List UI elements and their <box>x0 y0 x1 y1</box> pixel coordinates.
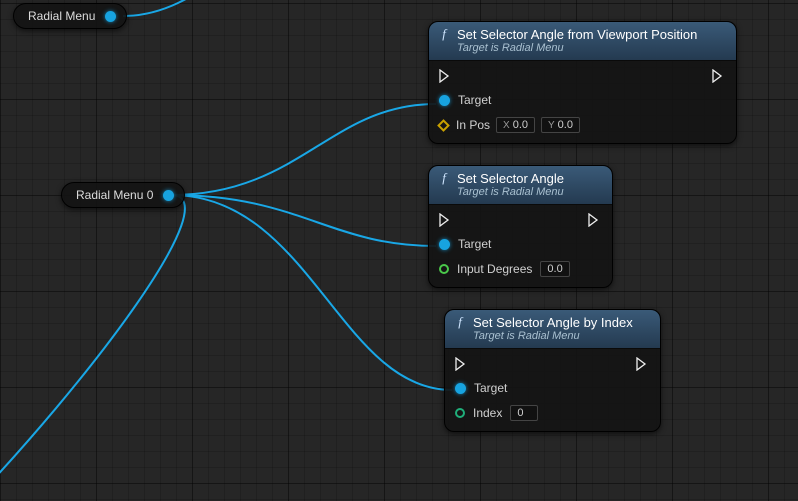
target-pin[interactable] <box>455 383 466 394</box>
node-header[interactable]: f Set Selector Angle by Index Target is … <box>445 310 660 349</box>
node-title: Set Selector Angle by Index <box>473 315 633 330</box>
degrees-input[interactable]: 0.0 <box>540 261 569 277</box>
function-node-set-selector-angle[interactable]: f Set Selector Angle Target is Radial Me… <box>428 165 613 288</box>
target-pin[interactable] <box>439 95 450 106</box>
pin-label: Input Degrees <box>457 262 532 276</box>
node-title: Set Selector Angle from Viewport Positio… <box>457 27 697 42</box>
axis-prefix: X <box>503 120 510 131</box>
pin-label: Target <box>474 381 507 395</box>
index-pin[interactable] <box>455 408 465 418</box>
wire <box>123 0 285 16</box>
exec-in-pin[interactable] <box>439 213 453 227</box>
function-icon: f <box>453 314 467 330</box>
index-input[interactable]: 0 <box>510 405 538 421</box>
target-pin[interactable] <box>439 239 450 250</box>
inpos-x-input[interactable]: X 0.0 <box>496 117 535 133</box>
variable-node-radial-menu[interactable]: Radial Menu <box>13 3 127 29</box>
node-title: Set Selector Angle <box>457 171 564 186</box>
pin-label: Index <box>473 406 502 420</box>
value: 0 <box>517 407 523 419</box>
exec-out-pin[interactable] <box>636 357 650 371</box>
axis-prefix: Y <box>548 120 555 131</box>
pin-label: Target <box>458 237 491 251</box>
degrees-pin[interactable] <box>439 264 449 274</box>
exec-in-pin[interactable] <box>439 69 453 83</box>
wire <box>171 195 452 390</box>
function-node-set-selector-angle-by-index[interactable]: f Set Selector Angle by Index Target is … <box>444 309 661 432</box>
function-node-set-selector-angle-from-viewport[interactable]: f Set Selector Angle from Viewport Posit… <box>428 21 737 144</box>
output-pin[interactable] <box>163 190 174 201</box>
node-subtitle: Target is Radial Menu <box>453 330 650 342</box>
exec-out-pin[interactable] <box>712 69 726 83</box>
variable-node-radial-menu-0[interactable]: Radial Menu 0 <box>61 182 185 208</box>
inpos-y-input[interactable]: Y 0.0 <box>541 117 580 133</box>
output-pin[interactable] <box>105 11 116 22</box>
value: 0.0 <box>547 263 562 275</box>
node-subtitle: Target is Radial Menu <box>437 42 726 54</box>
pin-label: In Pos <box>456 118 490 132</box>
exec-in-pin[interactable] <box>455 357 469 371</box>
function-icon: f <box>437 26 451 42</box>
pin-label: Target <box>458 93 491 107</box>
variable-label: Radial Menu 0 <box>76 188 153 202</box>
exec-out-pin[interactable] <box>588 213 602 227</box>
node-header[interactable]: f Set Selector Angle Target is Radial Me… <box>429 166 612 205</box>
value: 0.0 <box>513 119 528 131</box>
node-subtitle: Target is Radial Menu <box>437 186 602 198</box>
wire <box>171 195 436 246</box>
wire <box>0 195 185 501</box>
node-header[interactable]: f Set Selector Angle from Viewport Posit… <box>429 22 736 61</box>
value: 0.0 <box>558 119 573 131</box>
variable-label: Radial Menu <box>28 9 95 23</box>
wire <box>171 104 436 195</box>
inpos-pin[interactable] <box>437 119 450 132</box>
function-icon: f <box>437 170 451 186</box>
